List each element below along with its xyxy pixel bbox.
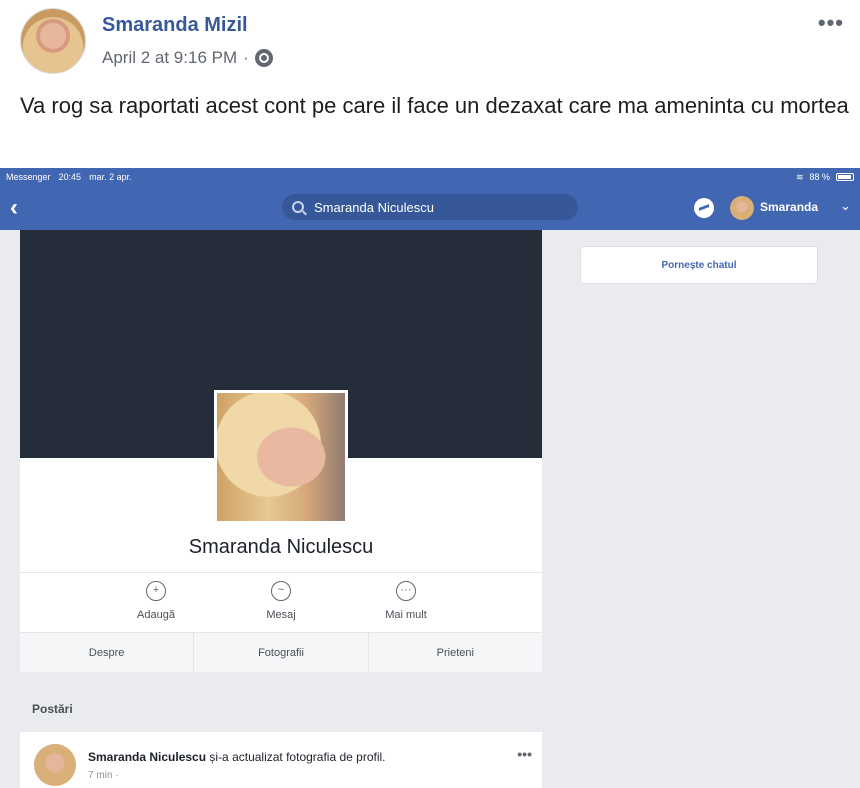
chevron-down-icon[interactable]: ⌄ [840,198,851,214]
tab-about[interactable]: Despre [20,633,195,672]
nav-user-name[interactable]: Smaranda [760,200,818,214]
start-chat-button[interactable]: Pornește chatul [580,246,818,284]
status-time: 20:45 [58,172,82,182]
facebook-navbar: ‹ Smaranda Niculescu Smaranda ⌄ [0,186,860,230]
tab-photos[interactable]: Fotografii [194,633,369,672]
post-action-text: și-a actualizat fotografia de profil. [206,750,386,764]
status-app: Messenger [6,172,51,182]
posts-heading: Postări [32,702,73,716]
author-name[interactable]: Smaranda Mizil [102,14,248,37]
more-label: Mai mult [385,609,427,621]
post-timestamp[interactable]: April 2 at 9:16 PM [102,48,237,68]
meta-separator: · [243,48,249,67]
message-label: Mesaj [266,609,296,621]
search-value: Smaranda Niculescu [314,199,434,215]
profile-actions: + Adaugă ~ Mesaj ··· Mai mult [20,572,542,632]
message-button[interactable]: ~ Mesaj [231,581,331,621]
messenger-icon[interactable] [694,198,714,218]
battery-icon [836,173,854,181]
profile-tabs: Despre Fotografii Prieteni [20,632,542,672]
post-summary: Smaranda Niculescu și-a actualizat fotog… [88,750,386,764]
profile-card: Smaranda Niculescu + Adaugă ~ Mesaj ··· … [20,230,542,672]
status-battery: 88 % [809,172,830,182]
post-author-link[interactable]: Smaranda Niculescu [88,750,206,764]
search-input[interactable]: Smaranda Niculescu [282,194,578,220]
messenger-icon: ~ [271,581,291,601]
nav-avatar[interactable] [730,196,754,220]
post-options-icon[interactable]: ••• [818,10,844,36]
more-icon: ··· [396,581,416,601]
post-meta: April 2 at 9:16 PM · [102,48,273,68]
status-date: mar. 2 apr. [89,172,132,182]
wifi-icon: ≋ [795,171,804,182]
start-chat-label: Pornește chatul [661,259,737,271]
search-icon [292,201,304,213]
back-chevron-icon[interactable]: ‹ [10,194,18,222]
globe-icon[interactable] [254,49,273,67]
add-friend-icon: + [146,581,166,601]
more-button[interactable]: ··· Mai mult [356,581,456,621]
post-header: Smaranda Mizil April 2 at 9:16 PM · ••• [0,0,860,90]
list-item: Smaranda Niculescu și-a actualizat fotog… [20,732,542,788]
add-friend-button[interactable]: + Adaugă [106,581,206,621]
status-bar: Messenger 20:45 mar. 2 apr. ≋ 88 % [0,168,860,186]
add-friend-label: Adaugă [137,609,175,621]
post-time[interactable]: 7 min · [88,770,119,781]
avatar[interactable] [34,744,76,786]
post-text: Va rog sa raportati acest cont pe care i… [20,93,849,118]
embedded-screenshot: Messenger 20:45 mar. 2 apr. ≋ 88 % ‹ Sma… [0,168,860,788]
profile-name: Smaranda Niculescu [188,536,374,558]
author-avatar[interactable] [20,8,86,74]
tab-friends[interactable]: Prieteni [369,633,542,672]
post-options-icon[interactable]: ••• [517,746,532,762]
profile-picture[interactable] [214,390,348,524]
